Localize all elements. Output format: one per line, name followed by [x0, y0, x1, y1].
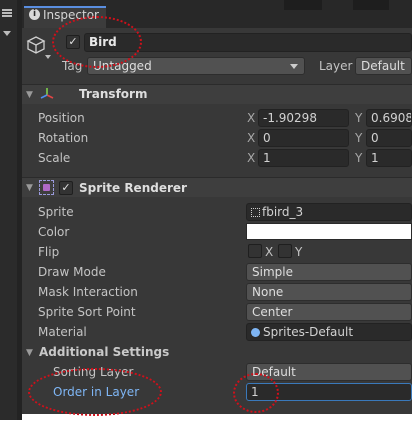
tag-value: Untagged	[93, 59, 152, 73]
mask-interaction-dropdown[interactable]: None	[246, 283, 412, 301]
draw-mode-dropdown[interactable]: Simple	[246, 263, 412, 281]
sprite-sort-point-dropdown[interactable]: Center	[246, 303, 412, 321]
inspector-tab-title: Inspector	[43, 8, 99, 22]
order-in-layer-label: Order in Layer	[53, 385, 140, 399]
additional-settings-title[interactable]: Additional Settings	[39, 344, 169, 360]
rotation-y-axis-label: Y	[355, 131, 363, 145]
sprite-asset-icon	[251, 208, 260, 217]
rotation-y-input[interactable]: 0	[366, 129, 412, 147]
flip-y-label: Y	[295, 245, 303, 259]
scale-x-axis-label: X	[247, 151, 256, 165]
position-x-axis-label: X	[247, 111, 256, 125]
material-label: Material	[38, 325, 87, 339]
info-icon: i	[29, 9, 40, 20]
sprite-label: Sprite	[38, 205, 74, 219]
rotation-x-axis-label: X	[247, 131, 256, 145]
position-label: Position	[38, 111, 85, 125]
sorting-layer-dropdown[interactable]: Default	[246, 363, 412, 381]
sprite-renderer-foldout-arrow-icon[interactable]: ▼	[26, 183, 33, 193]
hamburger-icon[interactable]	[2, 9, 12, 17]
sprite-value: fbird_3	[262, 205, 304, 219]
material-object-field[interactable]: Sprites-Default	[246, 323, 412, 341]
flip-label: Flip	[38, 245, 60, 259]
left-panel-strip	[0, 0, 17, 420]
material-value: Sprites-Default	[263, 325, 354, 339]
position-y-input[interactable]: 0.69080	[366, 109, 412, 127]
transform-title: Transform	[79, 87, 148, 101]
transform-foldout-arrow-icon[interactable]: ▼	[26, 90, 33, 100]
transform-axes-icon	[39, 86, 55, 102]
mask-interaction-label: Mask Interaction	[38, 285, 138, 299]
rotation-x-input[interactable]: 0	[258, 129, 349, 147]
layer-label: Layer	[319, 59, 353, 73]
sprite-object-field[interactable]: fbird_3	[246, 203, 412, 221]
left-panel-dropdown-arrow-icon[interactable]	[3, 31, 11, 36]
gameobject-name-input[interactable]: Bird	[84, 33, 412, 52]
sprite-renderer-enabled-checkbox[interactable]: ✓	[59, 181, 73, 195]
layer-value: Default	[361, 59, 405, 73]
tag-label: Tag	[62, 59, 83, 73]
scale-y-input[interactable]: 1	[366, 149, 412, 167]
sprite-sort-point-label: Sprite Sort Point	[38, 305, 136, 319]
rotation-label: Rotation	[38, 131, 89, 145]
material-sphere-icon	[251, 328, 260, 337]
flip-y-checkbox[interactable]	[278, 244, 292, 258]
sprite-renderer-title: Sprite Renderer	[79, 181, 187, 195]
position-x-input[interactable]: -1.90298	[258, 109, 349, 127]
flip-x-label: X	[265, 245, 274, 259]
scale-x-input[interactable]: 1	[258, 149, 349, 167]
scale-label: Scale	[38, 151, 71, 165]
sorting-layer-label: Sorting Layer	[53, 365, 134, 379]
tab-bar-right-block-2	[353, 0, 389, 10]
position-y-axis-label: Y	[355, 111, 363, 125]
active-checkbox[interactable]: ✓	[66, 35, 80, 49]
order-in-layer-input[interactable]: 1	[246, 383, 412, 401]
sprite-renderer-icon	[39, 180, 54, 195]
tag-dropdown-arrow-icon	[290, 64, 298, 69]
scale-y-axis-label: Y	[355, 151, 363, 165]
tag-dropdown[interactable]: Untagged	[87, 57, 305, 75]
layer-dropdown[interactable]: Default	[355, 57, 412, 75]
icon-dropdown-arrow-icon[interactable]	[45, 55, 51, 59]
cube-icon	[26, 35, 46, 55]
tab-bar-right-block	[284, 0, 322, 10]
color-label: Color	[38, 225, 70, 239]
color-swatch[interactable]	[246, 223, 412, 240]
flip-x-checkbox[interactable]	[248, 244, 262, 258]
additional-settings-foldout-arrow-icon[interactable]: ▼	[26, 348, 33, 358]
draw-mode-label: Draw Mode	[38, 265, 106, 279]
